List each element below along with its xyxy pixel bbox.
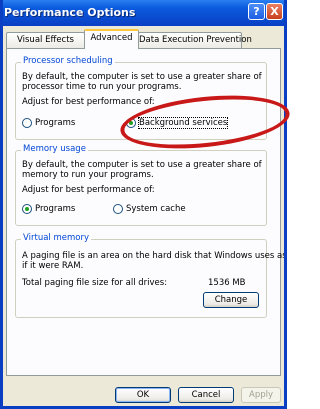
virtual-memory-title: Virtual memory xyxy=(21,233,91,243)
memory-description-line1: By default, the computer is set to use a… xyxy=(22,160,262,170)
help-button[interactable]: ? xyxy=(248,3,265,20)
memory-usage-group: Memory usage By default, the computer is… xyxy=(15,144,267,226)
processor-description-line2: processor time to run your programs. xyxy=(22,82,182,92)
change-button[interactable]: Change xyxy=(203,292,259,308)
processor-background-services-label[interactable]: Background services xyxy=(137,117,229,129)
processor-background-services-radio[interactable] xyxy=(126,118,136,128)
virtual-memory-description-line1: A paging file is an area on the hard dis… xyxy=(22,251,287,261)
processor-scheduling-title: Processor scheduling xyxy=(21,56,115,66)
memory-system-cache-radio[interactable] xyxy=(113,204,123,214)
processor-scheduling-group: Processor scheduling By default, the com… xyxy=(15,56,267,140)
paging-total-label: Total paging file size for all drives: xyxy=(22,278,168,288)
memory-system-cache-label[interactable]: System cache xyxy=(126,204,186,214)
tab-data-execution-prevention[interactable]: Data Execution Prevention xyxy=(138,32,252,48)
paging-total-value: 1536 MB xyxy=(208,278,246,288)
memory-programs-radio[interactable] xyxy=(22,204,32,214)
tab-visual-effects[interactable]: Visual Effects xyxy=(6,32,85,48)
window-title: Performance Options xyxy=(4,6,136,19)
virtual-memory-description-line2: if it were RAM. xyxy=(22,261,84,271)
cancel-button[interactable]: Cancel xyxy=(178,387,234,403)
performance-options-window: Performance Options ? X Visual Effects A… xyxy=(0,0,287,409)
close-button[interactable]: X xyxy=(266,3,283,20)
tab-advanced[interactable]: Advanced xyxy=(84,29,139,49)
apply-button: Apply xyxy=(241,387,281,403)
title-bar[interactable]: Performance Options ? X xyxy=(3,0,284,26)
memory-description-line2: memory to run your programs. xyxy=(22,170,154,180)
advanced-tab-panel: Processor scheduling By default, the com… xyxy=(6,48,284,376)
processor-programs-label[interactable]: Programs xyxy=(35,118,75,128)
processor-adjust-label: Adjust for best performance of: xyxy=(22,97,155,107)
memory-usage-title: Memory usage xyxy=(21,144,88,154)
memory-programs-label[interactable]: Programs xyxy=(35,204,75,214)
ok-button[interactable]: OK xyxy=(115,387,171,403)
processor-description-line1: By default, the computer is set to use a… xyxy=(22,72,262,82)
processor-programs-radio[interactable] xyxy=(22,118,32,128)
virtual-memory-group: Virtual memory A paging file is an area … xyxy=(15,233,284,318)
memory-adjust-label: Adjust for best performance of: xyxy=(22,185,155,195)
